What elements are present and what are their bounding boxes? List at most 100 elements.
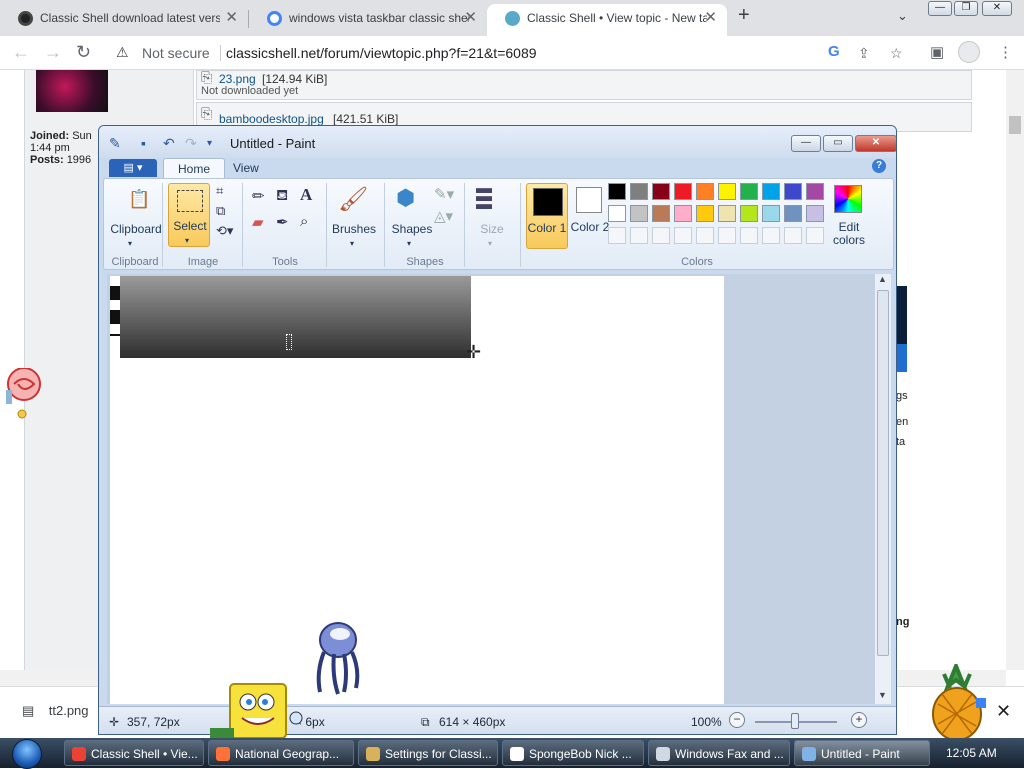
text-tool-icon[interactable]: A	[300, 185, 312, 205]
palette-swatch[interactable]	[696, 183, 714, 200]
color1-button[interactable]: Color 1	[526, 183, 568, 249]
canvas-scroll-thumb[interactable]	[877, 290, 889, 656]
share-icon[interactable]: ⇪	[858, 45, 870, 62]
page-scroll-thumb[interactable]	[1009, 116, 1021, 134]
system-clock[interactable]: 12:05 AM	[946, 746, 997, 760]
palette-swatch[interactable]	[762, 205, 780, 222]
shapes-icon[interactable]: ⬢	[396, 185, 415, 211]
taskbar-button[interactable]: Settings for Classi...	[358, 740, 498, 766]
magnifier-icon[interactable]: ⌕	[300, 213, 308, 230]
fill-bucket-icon[interactable]: ⛾	[276, 187, 288, 206]
restore-window-button[interactable]: ❐	[954, 1, 978, 16]
select-button[interactable]: Select ▾	[168, 183, 210, 247]
clipboard-icon[interactable]: 📋	[128, 189, 150, 210]
ribbon-tab-home[interactable]: Home	[163, 158, 226, 179]
page-vertical-scrollbar[interactable]	[1006, 70, 1024, 670]
palette-swatch[interactable]	[608, 205, 626, 222]
paint-canvas[interactable]: ✛	[110, 276, 724, 704]
side-panel-icon[interactable]: ▣	[930, 43, 944, 61]
paint-minimize-button[interactable]: —	[791, 135, 821, 152]
size-button[interactable]: Size	[468, 223, 516, 236]
palette-swatch[interactable]	[652, 183, 670, 200]
rotate-icon[interactable]: ⟲▾	[216, 223, 233, 239]
palette-swatch[interactable]	[718, 183, 736, 200]
close-tab-icon[interactable]: ✕	[704, 4, 717, 32]
forward-arrow-icon[interactable]: →	[44, 42, 62, 63]
outline-icon[interactable]: ✎▾	[434, 185, 454, 203]
brushes-dropdown-icon[interactable]: ▾	[350, 237, 354, 250]
browser-tab-2[interactable]: windows vista taskbar classic shell - ✕	[249, 4, 487, 36]
help-icon[interactable]: ?	[872, 159, 886, 173]
url-text[interactable]: classicshell.net/forum/viewtopic.php?f=2…	[226, 45, 537, 61]
minimize-window-button[interactable]: —	[928, 1, 952, 16]
custom-color-slot[interactable]	[718, 227, 736, 244]
crop-icon[interactable]: ⌗	[216, 183, 223, 199]
color2-button[interactable]: Color 2	[570, 221, 610, 234]
palette-swatch[interactable]	[762, 183, 780, 200]
shapes-dropdown-icon[interactable]: ▾	[407, 237, 411, 250]
resize-icon[interactable]: ⧉	[216, 203, 225, 219]
menu-dots-icon[interactable]: ⋮	[998, 43, 1013, 61]
close-window-button[interactable]: ✕	[982, 1, 1012, 16]
palette-swatch[interactable]	[740, 183, 758, 200]
paint-maximize-button[interactable]: ▭	[823, 135, 853, 152]
palette-swatch[interactable]	[696, 205, 714, 222]
taskbar-button[interactable]: SpongeBob Nick ...	[502, 740, 644, 766]
palette-swatch[interactable]	[608, 183, 626, 200]
google-lens-icon[interactable]: G	[828, 43, 840, 60]
clipboard-dropdown-icon[interactable]: ▾	[128, 237, 132, 250]
shapes-button[interactable]: Shapes	[388, 223, 436, 236]
redo-icon[interactable]: ↷	[185, 135, 197, 152]
custom-color-slot[interactable]	[630, 227, 648, 244]
palette-swatch[interactable]	[718, 205, 736, 222]
palette-swatch[interactable]	[806, 205, 824, 222]
custom-color-slot[interactable]	[740, 227, 758, 244]
size-dropdown-icon[interactable]: ▾	[488, 237, 492, 250]
palette-swatch[interactable]	[784, 205, 802, 222]
palette-swatch[interactable]	[674, 205, 692, 222]
size-lines-icon[interactable]: ▬ ▬ ▬	[476, 181, 492, 213]
clipboard-button[interactable]: Clipboard	[108, 223, 164, 236]
canvas-vertical-scrollbar[interactable]: ▲ ▼	[875, 274, 891, 704]
new-tab-icon[interactable]: +	[738, 4, 750, 27]
zoom-out-icon[interactable]: −	[729, 712, 745, 728]
scroll-up-icon[interactable]: ▲	[878, 274, 887, 284]
close-shelf-icon[interactable]: ✕	[996, 701, 1011, 722]
palette-swatch[interactable]	[652, 205, 670, 222]
color-picker-icon[interactable]: ✒	[276, 213, 289, 231]
scroll-down-icon[interactable]: ▼	[878, 690, 887, 700]
save-icon[interactable]: ▪	[141, 135, 146, 151]
custom-color-slot[interactable]	[806, 227, 824, 244]
profile-avatar-icon[interactable]	[958, 41, 980, 63]
paint-close-button[interactable]: ✕	[855, 135, 896, 152]
custom-color-slot[interactable]	[652, 227, 670, 244]
close-tab-icon[interactable]: ✕	[225, 4, 238, 32]
ribbon-tab-view[interactable]: View	[219, 158, 273, 179]
tab-search-chevron-icon[interactable]: ⌄	[897, 8, 908, 24]
paint-workspace[interactable]: ✛	[107, 274, 875, 704]
customize-quick-access-icon[interactable]: ▾	[207, 138, 212, 149]
fill-icon[interactable]: ◬▾	[434, 207, 453, 225]
palette-swatch[interactable]	[630, 205, 648, 222]
pencil-icon[interactable]: ✏	[252, 187, 265, 205]
custom-color-slot[interactable]	[674, 227, 692, 244]
browser-tab-1[interactable]: Classic Shell download latest versio ✕	[0, 4, 248, 36]
undo-icon[interactable]: ↶	[163, 135, 175, 152]
download-item[interactable]: ▤ tt2.png	[22, 703, 89, 719]
zoom-slider-thumb[interactable]	[791, 713, 799, 729]
paint-titlebar[interactable]: ✎ ▪ ↶ ↷ ▾ Untitled - Paint — ▭ ✕	[99, 126, 896, 158]
security-status[interactable]: Not secure	[142, 45, 210, 61]
custom-color-slot[interactable]	[762, 227, 780, 244]
browser-tab-3-active[interactable]: Classic Shell • View topic - New task ✕	[487, 4, 727, 36]
zoom-in-icon[interactable]: +	[851, 712, 867, 728]
palette-swatch[interactable]	[740, 205, 758, 222]
palette-swatch[interactable]	[630, 183, 648, 200]
attachment-link-23png[interactable]: 23.png	[219, 72, 256, 86]
brushes-icon[interactable]: 🖌	[338, 185, 368, 214]
palette-swatch[interactable]	[674, 183, 692, 200]
taskbar-button[interactable]: Windows Fax and ...	[648, 740, 790, 766]
taskbar-button[interactable]: National Geograp...	[208, 740, 354, 766]
download-filename[interactable]: tt2.png	[49, 703, 89, 718]
address-bar[interactable]: ⚠ Not secure classicshell.net/forum/view…	[104, 39, 903, 67]
back-arrow-icon[interactable]: ←	[12, 42, 30, 63]
